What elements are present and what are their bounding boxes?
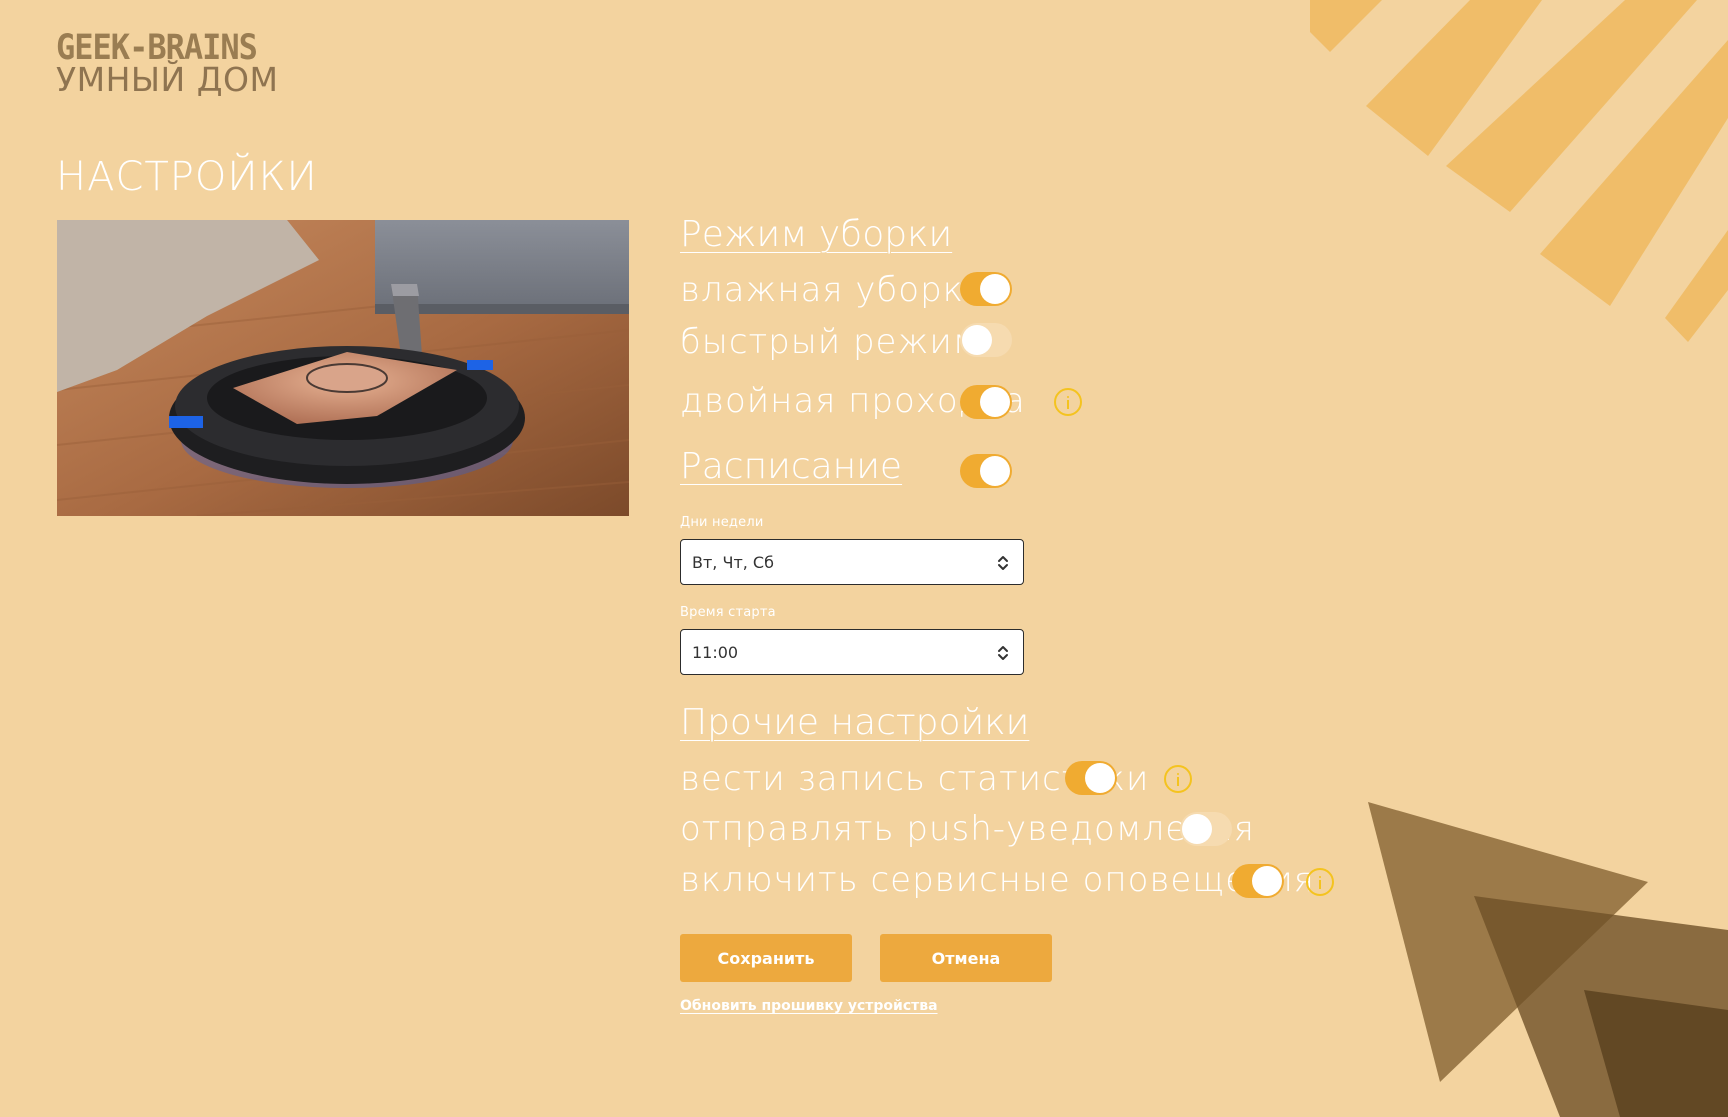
fast-mode-label: быстрый режим: [680, 322, 980, 362]
wet-cleaning-label: влажная уборка: [680, 270, 986, 310]
brand-name: GEEK-BRAINS: [56, 26, 258, 68]
service-alerts-toggle[interactable]: [1232, 864, 1284, 898]
decorative-stripes: [1310, 0, 1728, 342]
cleaning-mode-heading: Режим уборки: [680, 214, 953, 255]
push-notifications-label: отправлять push-уведомления: [680, 809, 1255, 849]
toggle-knob: [980, 274, 1010, 304]
toggle-knob: [1085, 763, 1115, 793]
select-chevron-icon: [998, 646, 1008, 660]
select-chevron-icon: [998, 556, 1008, 570]
wet-cleaning-toggle[interactable]: [960, 272, 1012, 306]
toggle-knob: [1182, 814, 1212, 844]
toggle-knob: [980, 387, 1010, 417]
toggle-knob: [1252, 866, 1282, 896]
weekdays-select[interactable]: Вт, Чт, Сб: [680, 539, 1024, 585]
double-pass-toggle[interactable]: [960, 385, 1012, 419]
toggle-knob: [962, 325, 992, 355]
double-pass-info-icon[interactable]: [1054, 388, 1082, 416]
brand-subtitle: УМНЫЙ ДОМ: [56, 60, 279, 99]
save-button[interactable]: Сохранить: [680, 934, 852, 982]
start-time-select[interactable]: 11:00: [680, 629, 1024, 675]
robot-vacuum-photo: [57, 220, 629, 516]
start-time-label: Время старта: [680, 605, 776, 620]
fast-mode-toggle[interactable]: [960, 323, 1012, 357]
service-alerts-info-icon[interactable]: [1306, 868, 1334, 896]
statistics-info-icon[interactable]: [1164, 765, 1192, 793]
update-firmware-link[interactable]: Обновить прошивку устройства: [680, 998, 938, 1014]
push-notifications-toggle[interactable]: [1180, 812, 1232, 846]
cancel-button[interactable]: Отмена: [880, 934, 1052, 982]
weekdays-label: Дни недели: [680, 515, 764, 530]
schedule-toggle[interactable]: [960, 454, 1012, 488]
page-title: НАСТРОЙКИ: [56, 154, 318, 200]
other-settings-heading: Прочие настройки: [680, 702, 1030, 743]
schedule-heading: Расписание: [680, 446, 903, 487]
start-time-value: 11:00: [692, 643, 739, 662]
statistics-toggle[interactable]: [1065, 761, 1117, 795]
toggle-knob: [980, 456, 1010, 486]
brand-logo: GEEK-BRAINS УМНЫЙ ДОМ: [56, 30, 278, 96]
decorative-triangles: [1368, 802, 1728, 1117]
weekdays-value: Вт, Чт, Сб: [692, 553, 774, 572]
service-alerts-label: включить сервисные оповещения: [680, 860, 1315, 900]
